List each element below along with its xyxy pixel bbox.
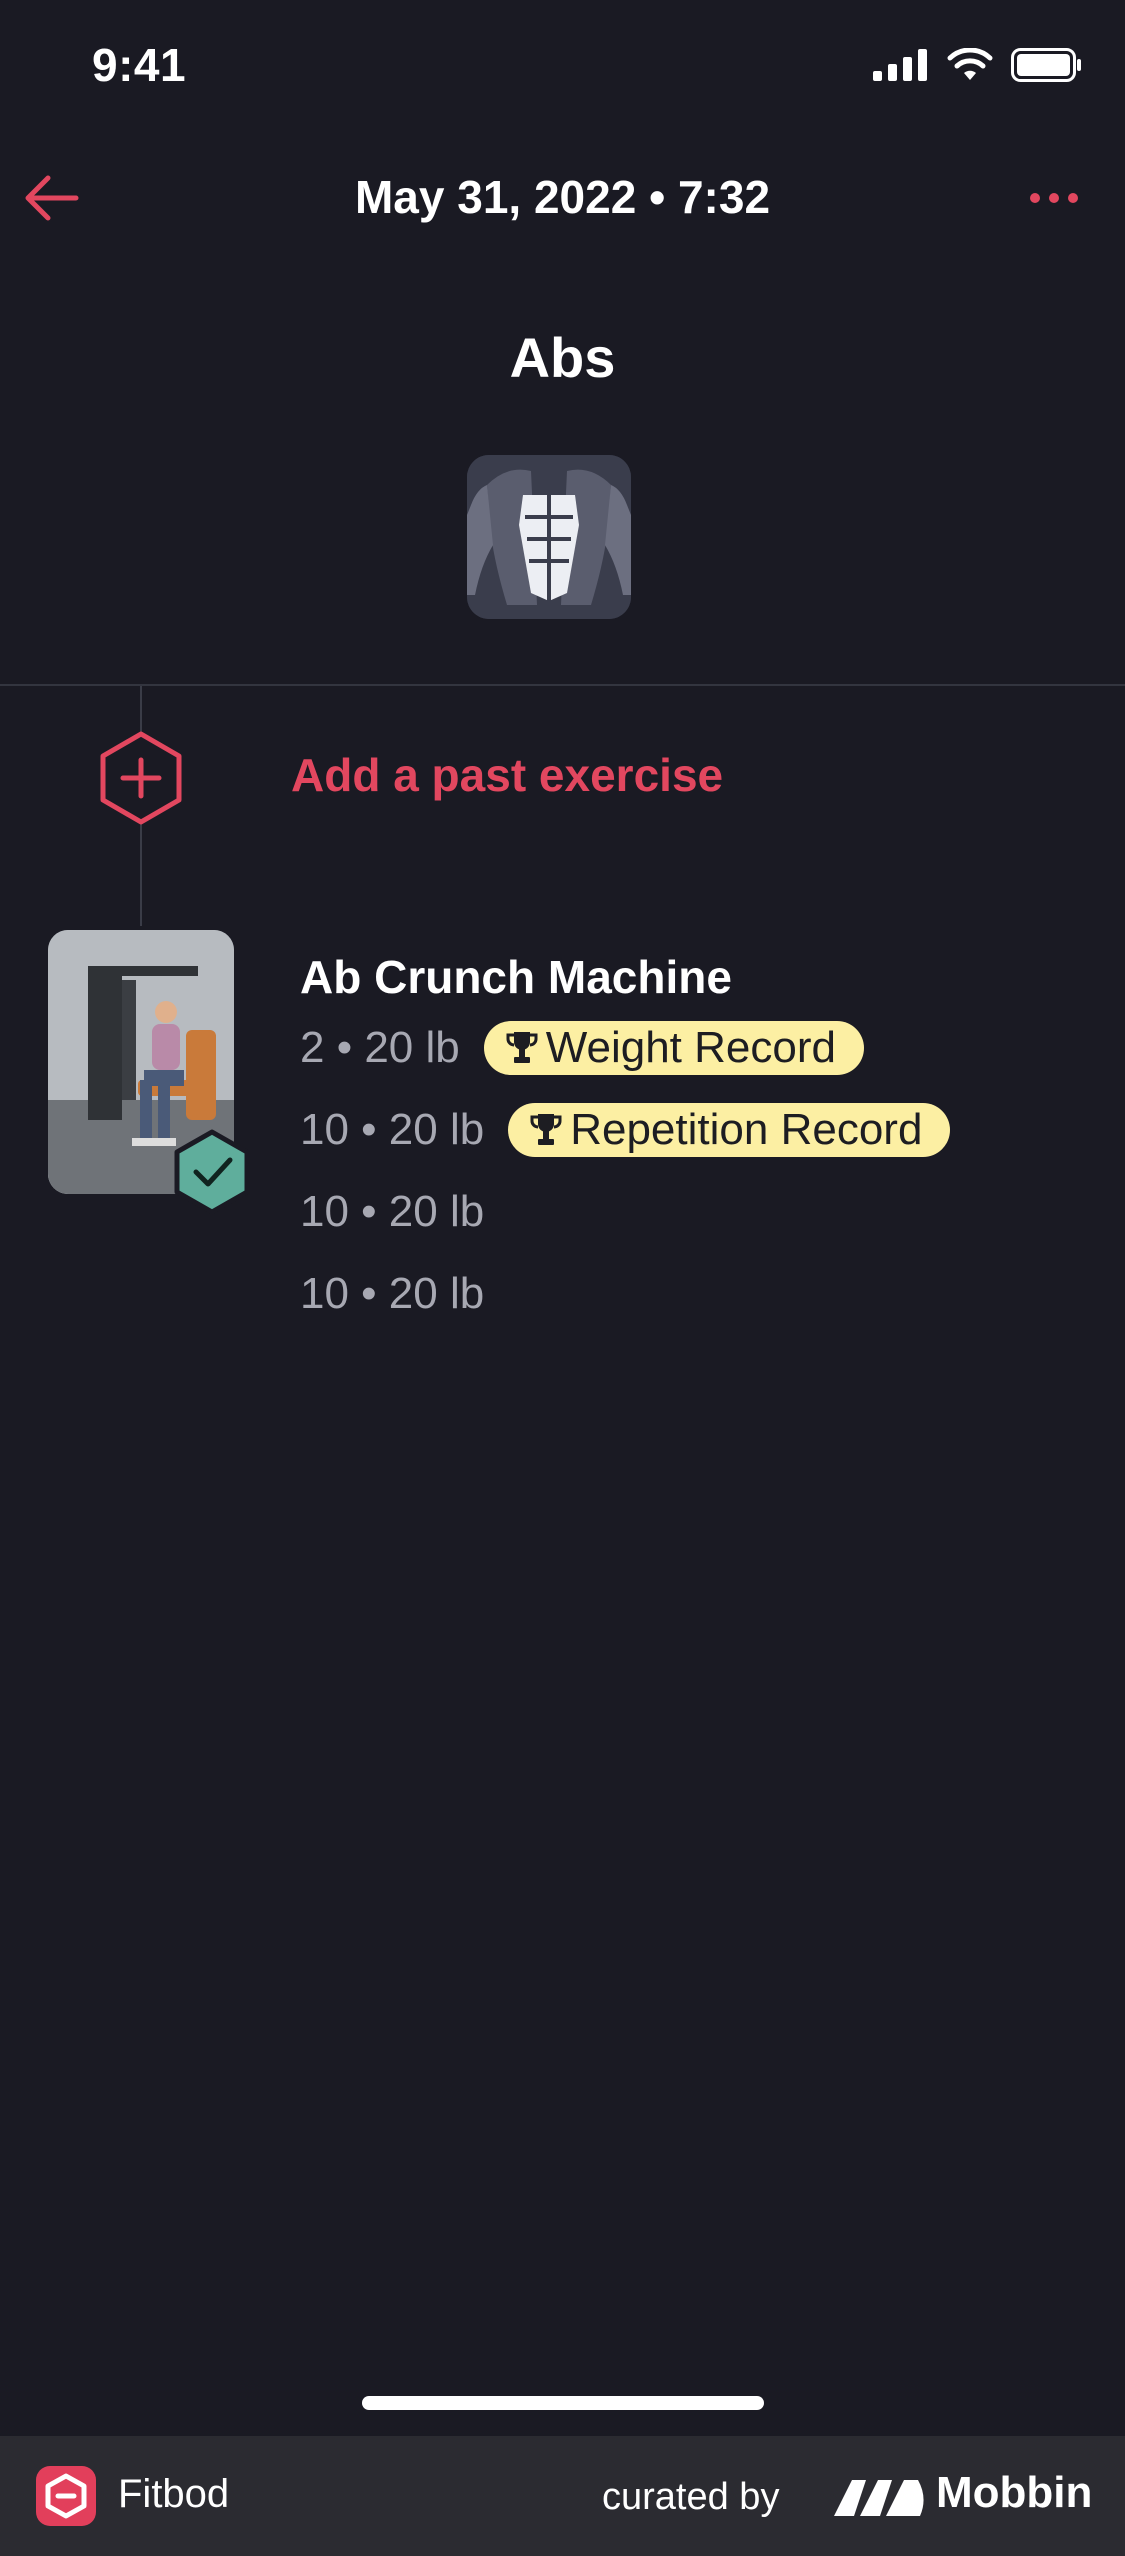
set-reps-weight: 10 • 20 lb: [300, 1269, 485, 1318]
section-divider: [0, 684, 1125, 686]
workout-title: Abs: [509, 326, 616, 389]
record-badge: Weight Record: [483, 1021, 864, 1075]
exercise-name: Ab Crunch Machine: [300, 951, 732, 1003]
status-time: 9:41: [92, 39, 187, 91]
record-badge: Repetition Record: [508, 1103, 951, 1157]
record-badge-label: Weight Record: [545, 1023, 836, 1072]
set-reps-weight: 2 • 20 lb: [300, 1023, 460, 1072]
wifi-icon: [947, 48, 993, 80]
set-row: 10 • 20 lb: [300, 1264, 484, 1324]
set-row: 10 • 20 lb Repetition Record: [300, 1100, 951, 1160]
set-reps-weight: 10 • 20 lb: [300, 1187, 485, 1236]
abs-muscle-image: [467, 455, 631, 619]
record-badge-label: Repetition Record: [570, 1105, 923, 1154]
battery-icon: [1011, 48, 1081, 82]
footer-brand: Mobbin: [936, 2468, 1093, 2517]
cellular-signal-icon: [873, 49, 927, 81]
add-exercise-icon[interactable]: [98, 730, 184, 826]
add-past-exercise-button[interactable]: Add a past exercise: [291, 748, 723, 802]
status-icons: [873, 48, 1083, 82]
trophy-icon: [530, 1114, 562, 1145]
set-row: 2 • 20 lb Weight Record: [300, 1018, 864, 1078]
completed-check-icon: [172, 1128, 252, 1216]
workout-date-title: May 31, 2022 • 7:32: [354, 171, 771, 223]
trophy-icon: [506, 1032, 538, 1063]
more-options-button[interactable]: [1015, 168, 1095, 228]
set-row: 10 • 20 lb: [300, 1182, 484, 1242]
more-dots-icon: [1030, 193, 1078, 203]
home-indicator[interactable]: [362, 2396, 764, 2410]
footer-curated-by: curated by: [602, 2476, 780, 2518]
fitbod-logo-icon: [36, 2466, 96, 2526]
set-reps-weight: 10 • 20 lb: [300, 1105, 485, 1154]
footer-app-name: Fitbod: [118, 2472, 230, 2516]
mobbin-logo-icon: [830, 2472, 932, 2520]
